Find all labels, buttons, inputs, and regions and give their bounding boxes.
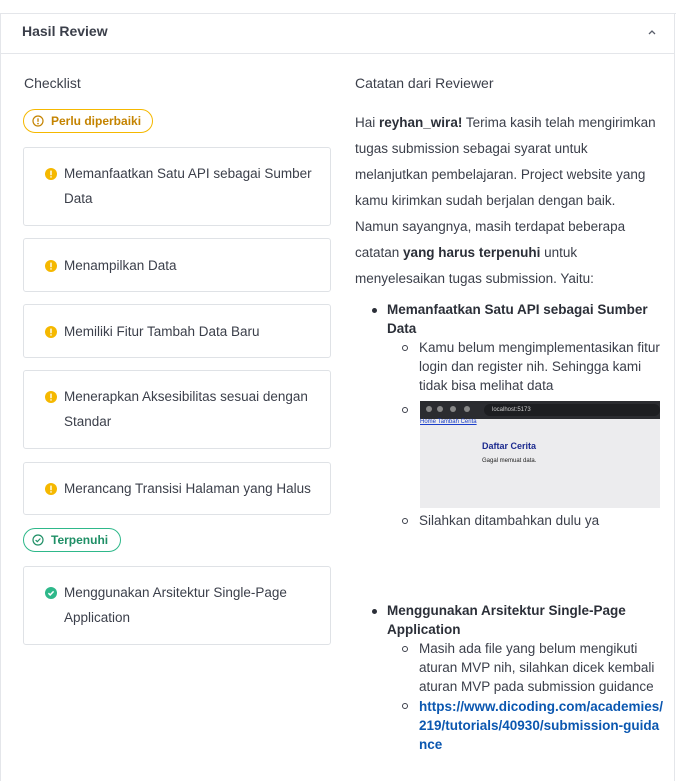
checklist-item: Memanfaatkan Satu API sebagai Sumber Dat… <box>23 147 331 226</box>
username: reyhan_wira! <box>379 115 463 130</box>
chevron-up-icon[interactable] <box>646 26 658 38</box>
bullet <box>372 609 377 614</box>
warning-icon <box>45 326 57 338</box>
browser-toolbar: localhost:5173 <box>420 401 660 419</box>
warning-icon <box>45 483 57 495</box>
checklist-title: Checklist <box>24 75 81 91</box>
error-screenshot-image: localhost:5173 Home Tambah Cerita Daftar… <box>420 401 660 508</box>
checklist-item-label: Menampilkan Data <box>64 258 177 273</box>
checklist-item-label: Memiliki Fitur Tambah Data Baru <box>64 324 260 339</box>
greeting: Hai <box>355 115 376 130</box>
checklist-item: Merancang Transisi Halaman yang Halus <box>23 462 331 515</box>
reload-icon <box>450 406 456 412</box>
bullet <box>402 518 408 524</box>
checklist-item: Menampilkan Data <box>23 238 331 292</box>
reviewer-notes-title: Catatan dari Reviewer <box>355 75 494 91</box>
emphasis-text: yang harus terpenuhi <box>403 245 541 260</box>
panel-header[interactable]: Hasil Review <box>1 13 674 54</box>
status-badge-needs-fix: Perlu diperbaiki <box>23 109 153 133</box>
checklist-item: Menerapkan Aksesibilitas sesuai dengan S… <box>23 370 331 449</box>
note-item-title: Menggunakan Arsitektur Single-Page Appli… <box>387 603 626 637</box>
checklist-item: Memiliki Fitur Tambah Data Baru <box>23 304 331 358</box>
checklist-item-label: Merancang Transisi Halaman yang Halus <box>64 481 311 496</box>
bullet <box>402 345 408 351</box>
info-circle-icon <box>32 115 44 127</box>
badge-label: Perlu diperbaiki <box>51 114 142 128</box>
submission-guidance-link[interactable]: https://www.dicoding.com/academies/219/t… <box>419 697 664 754</box>
screenshot-message: Gagal memuat data. <box>482 458 537 464</box>
checklist-item-label: Menggunakan Arsitektur Single-Page Appli… <box>64 585 287 625</box>
check-circle-icon <box>45 587 57 599</box>
note-sub-item: Masih ada file yang belum mengikuti atur… <box>419 641 655 694</box>
status-badge-fulfilled: Terpenuhi <box>23 528 121 552</box>
warning-icon <box>45 391 57 403</box>
home-icon <box>464 406 470 412</box>
bullet <box>402 407 408 413</box>
bullet <box>402 646 408 652</box>
checklist-item-label: Memanfaatkan Satu API sebagai Sumber Dat… <box>64 166 312 206</box>
checklist-item-label: Menerapkan Aksesibilitas sesuai dengan S… <box>64 389 308 429</box>
reviewer-notes-intro: Hai reyhan_wira! Terima kasih telah meng… <box>355 110 660 292</box>
note-sub-item: Kamu belum mengimplementasikan fitur log… <box>419 340 660 393</box>
badge-label: Terpenuhi <box>51 533 109 547</box>
note-sub-item: Silahkan ditambahkan dulu ya <box>419 513 600 528</box>
warning-icon <box>45 168 57 180</box>
bullet <box>402 703 408 709</box>
bullet <box>372 308 377 313</box>
screenshot-heading: Daftar Cerita <box>482 441 537 451</box>
warning-icon <box>45 260 57 272</box>
check-circle-icon <box>32 534 44 546</box>
forward-icon <box>437 406 443 412</box>
note-item-title: Memanfaatkan Satu API sebagai Sumber Dat… <box>387 302 648 336</box>
panel-title: Hasil Review <box>22 23 108 39</box>
address-bar: localhost:5173 <box>484 404 660 416</box>
checklist-item: Menggunakan Arsitektur Single-Page Appli… <box>23 566 331 645</box>
screenshot-nav: Home Tambah Cerita <box>420 419 477 425</box>
intro-text: Terima kasih telah mengirimkan tugas sub… <box>355 115 656 260</box>
back-icon <box>426 406 432 412</box>
